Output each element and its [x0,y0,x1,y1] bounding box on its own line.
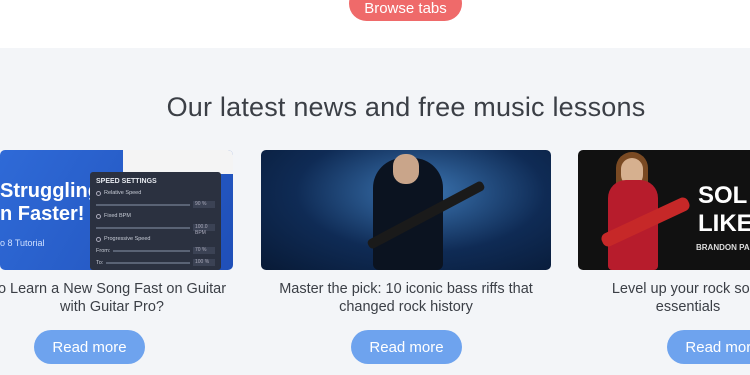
read-more-button-3[interactable]: Read more [667,330,750,364]
read-more-button-1[interactable]: Read more [34,330,145,364]
card-image-subtitle: o 8 Tutorial [0,238,45,248]
tab-notation-strip [123,150,233,174]
card-title-3[interactable]: Level up your rock soloi essentials [588,280,750,316]
read-more-button-2[interactable]: Read more [351,330,462,364]
performer-head [393,154,419,184]
section-title: Our latest news and free music lessons [166,92,646,122]
card-image-guitar-pro-tutorial[interactable]: Struggling, n Faster! o 8 Tutorial SPEED… [0,150,233,270]
speed-settings-panel: SPEED SETTINGS Relative Speed 90 % Fixed… [90,172,221,270]
card-image-rock-solo[interactable]: SOL LIKE BRANDON PAL [578,150,750,270]
card-image-bass-player[interactable] [261,150,551,270]
browse-tabs-button[interactable]: Browse tabs [349,0,462,21]
card-image-subtitle: BRANDON PAL [696,243,750,252]
card-title-1[interactable]: o Learn a New Song Fast on Guitar with G… [0,280,232,316]
card-title-2[interactable]: Master the pick: 10 iconic bass riffs th… [261,280,551,316]
card-image-heading: SOL LIKE [698,182,750,237]
